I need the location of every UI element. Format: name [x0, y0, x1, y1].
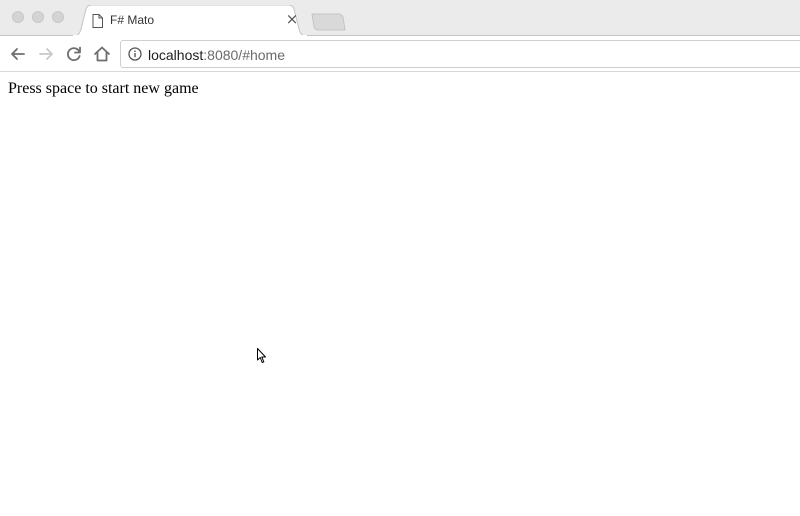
url-host: localhost — [148, 47, 204, 63]
forward-arrow-icon[interactable] — [36, 44, 56, 64]
window-close-button[interactable] — [12, 11, 24, 23]
url-path: :8080/#home — [203, 47, 285, 63]
tab-title: F# Mato — [110, 13, 155, 27]
address-bar[interactable]: localhost:8080/#home — [120, 40, 800, 68]
tab-close-icon[interactable]: × — [284, 11, 300, 27]
window-minimize-button[interactable] — [32, 11, 44, 23]
home-icon[interactable] — [92, 44, 112, 64]
window-maximize-button[interactable] — [52, 11, 64, 23]
page-icon — [92, 14, 103, 28]
mouse-pointer-icon — [257, 348, 266, 363]
browser-toolbar: localhost:8080/#home — [0, 36, 800, 72]
info-icon[interactable] — [128, 47, 142, 61]
page-content: Press space to start new game — [0, 73, 800, 516]
tab-strip: F# Mato × — [0, 0, 800, 37]
reload-icon[interactable] — [64, 44, 84, 64]
address-url[interactable]: localhost:8080/#home — [148, 47, 285, 63]
tab-shape — [72, 5, 308, 37]
back-arrow-icon[interactable] — [8, 44, 28, 64]
new-tab-button[interactable] — [310, 13, 346, 31]
tab-active[interactable]: F# Mato × — [72, 5, 308, 37]
start-game-message: Press space to start new game — [8, 80, 199, 97]
